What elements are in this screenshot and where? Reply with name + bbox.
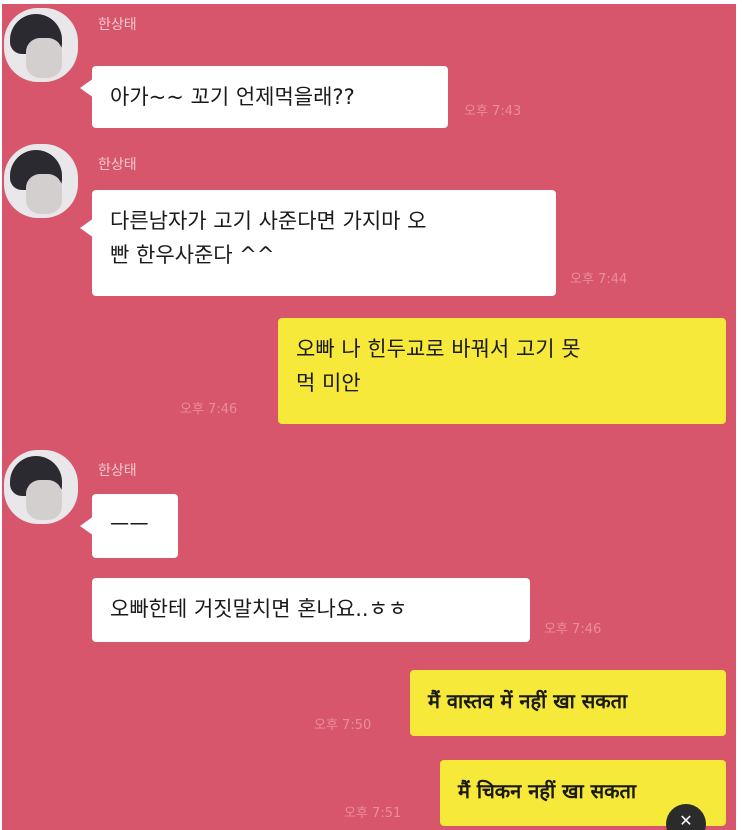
message-bubble: 오빠 나 힌두교로 바꿔서 고기 못 먹 미안 xyxy=(278,318,726,424)
sender-name: 한상태 xyxy=(98,17,137,33)
chat-area: 한상태 아가~~ 꼬기 언제먹을래?? 오후 7:43 한상태 다른남자가 고기… xyxy=(2,4,736,830)
message-time: 오후 7:44 xyxy=(570,272,628,287)
message-bubble: 아가~~ 꼬기 언제먹을래?? xyxy=(92,66,448,128)
message-bubble: 오빠한테 거짓말치면 혼나요..ㅎㅎ xyxy=(92,578,530,642)
message-time: 오후 7:50 xyxy=(314,718,372,733)
avatar[interactable] xyxy=(4,144,78,218)
message-time: 오후 7:46 xyxy=(544,622,602,637)
message-bubble: ㅡㅡ xyxy=(92,494,178,558)
avatar[interactable] xyxy=(4,8,78,82)
message-time: 오후 7:43 xyxy=(464,104,522,119)
message-time: 오후 7:51 xyxy=(344,806,402,821)
avatar[interactable] xyxy=(4,450,78,524)
message-time: 오후 7:46 xyxy=(180,402,238,417)
message-bubble: मैं वास्तव में नहीं खा सकता xyxy=(410,670,726,736)
message-bubble: 다른남자가 고기 사준다면 가지마 오 빤 한우사준다 ^^ xyxy=(92,190,556,296)
sender-name: 한상태 xyxy=(98,157,137,173)
sender-name: 한상태 xyxy=(98,463,137,479)
